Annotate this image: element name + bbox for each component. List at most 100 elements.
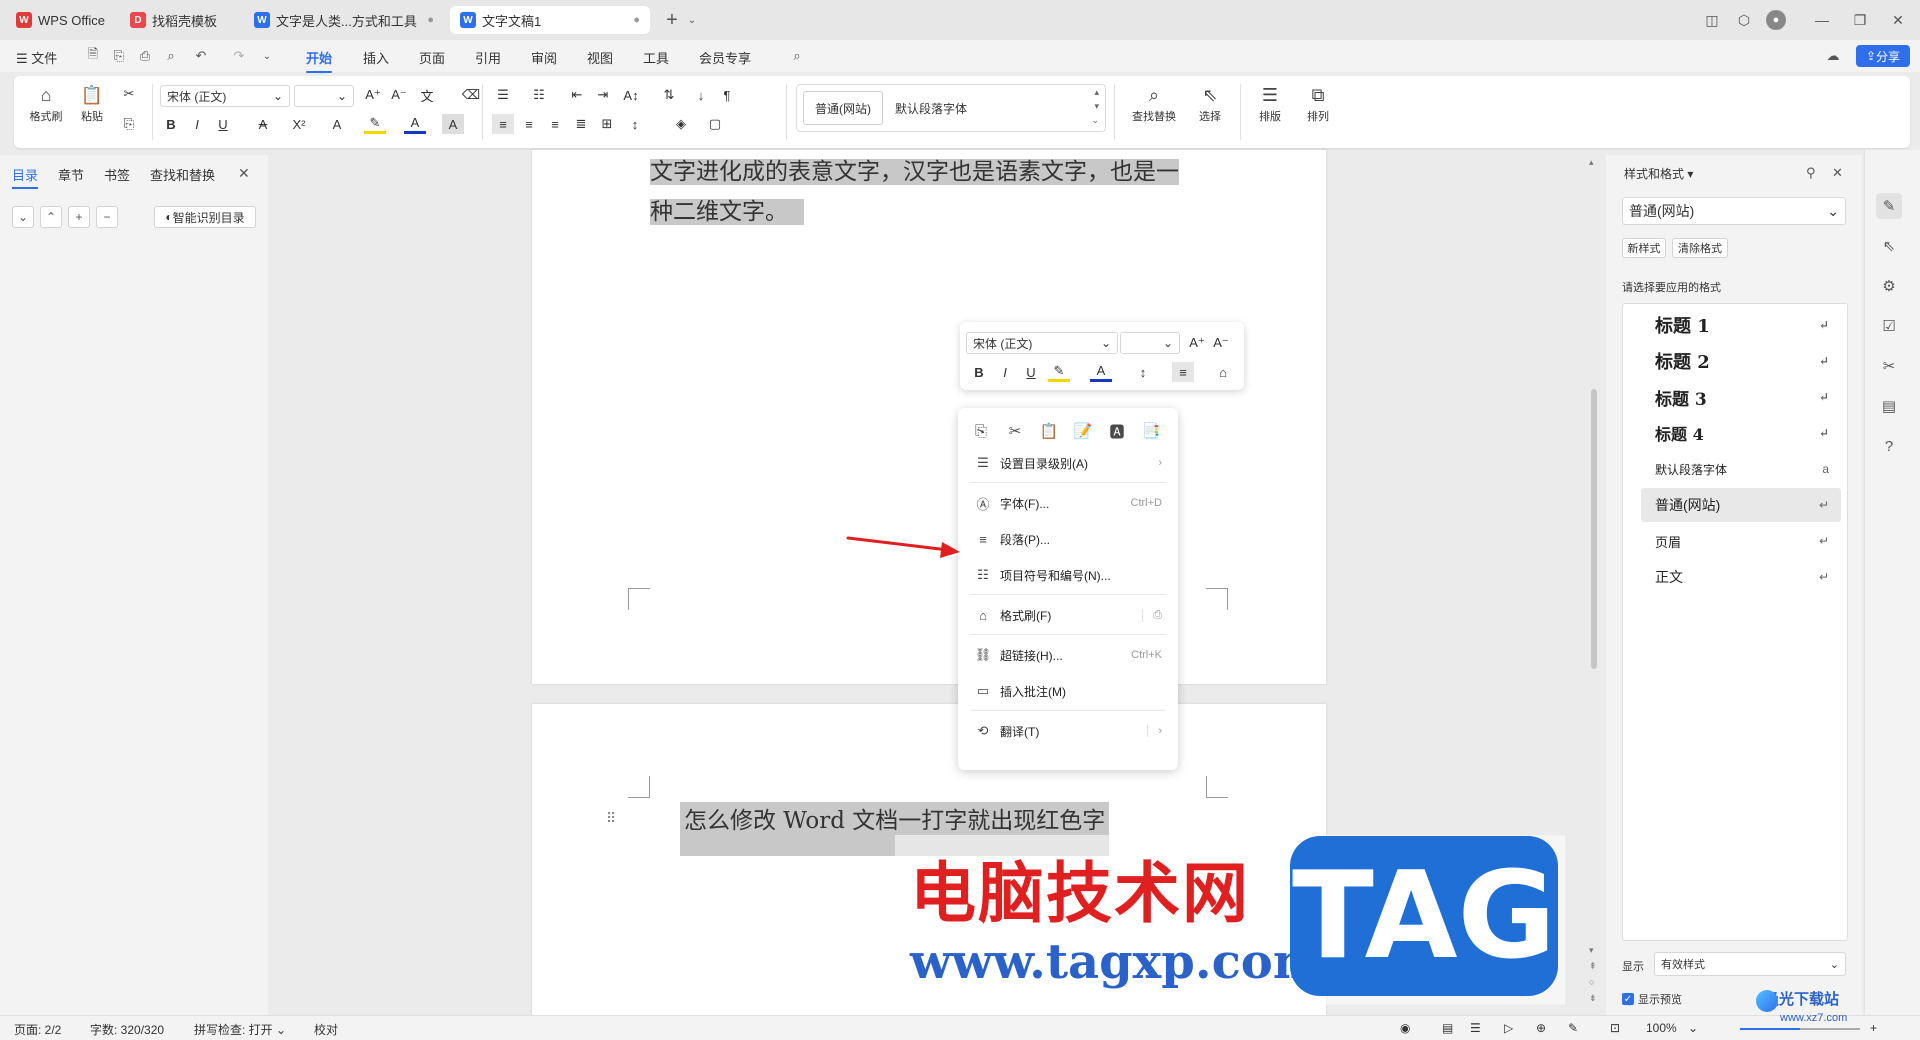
remove-icon[interactable]: − xyxy=(96,206,118,228)
fit-page-icon[interactable]: ⊡ xyxy=(1610,1021,1620,1035)
cube-icon[interactable]: ⬡ xyxy=(1734,10,1754,30)
cloud-icon[interactable]: ☁ xyxy=(1824,47,1842,65)
pen-icon[interactable]: ✎ xyxy=(1568,1021,1578,1035)
increase-indent-icon[interactable]: ⇥ xyxy=(592,85,614,105)
style-default-para[interactable]: 默认段落字体 a xyxy=(1641,452,1841,486)
italic-button[interactable]: I xyxy=(186,114,208,134)
zoom-level[interactable]: 100% xyxy=(1646,1021,1677,1035)
align-icon[interactable]: ≡ xyxy=(1172,362,1194,382)
new-tab-icon[interactable]: + xyxy=(662,9,682,31)
strikethrough-button[interactable]: A xyxy=(252,114,274,134)
prev-page-icon[interactable]: ⇞ xyxy=(1589,961,1597,972)
print-icon[interactable]: ⎙ xyxy=(136,47,154,65)
restore-icon[interactable]: ❐ xyxy=(1850,10,1870,30)
redo-icon[interactable]: ↷ xyxy=(230,47,248,65)
select-browse-icon[interactable]: ○ xyxy=(1589,977,1594,987)
zoom-in-icon[interactable]: + xyxy=(1870,1021,1877,1035)
border-icon[interactable]: ▢ xyxy=(704,114,726,134)
chevron-up-icon[interactable]: ⌃ xyxy=(40,206,62,228)
paste-button[interactable]: 📋 粘贴 xyxy=(74,82,110,124)
vertical-scrollbar[interactable]: ▴ ▾ ⇞ ○ ⇟ xyxy=(1586,155,1602,1015)
zoom-slider[interactable] xyxy=(1740,1028,1860,1030)
copy-icon[interactable]: ⎘ xyxy=(970,420,992,442)
copy-icon[interactable]: ⎘ xyxy=(118,114,140,134)
tab-view[interactable]: 视图 xyxy=(587,48,613,67)
style-heading-1[interactable]: 标题 1 ↵ xyxy=(1641,308,1841,342)
arrange-button[interactable]: ⧉ 排列 xyxy=(1298,82,1338,124)
shrink-font-icon[interactable]: A⁻ xyxy=(388,85,410,105)
file-menu[interactable]: ☰ 文件 xyxy=(16,48,57,67)
char-shading-icon[interactable]: A xyxy=(442,114,464,134)
tab-wps-office[interactable]: W WPS Office xyxy=(6,6,116,34)
style-heading-3[interactable]: 标题 3 ↵ xyxy=(1641,380,1841,414)
tab-chapters[interactable]: 章节 xyxy=(58,165,84,184)
share-button[interactable]: ⇪ 分享 xyxy=(1856,45,1910,67)
gallery-down-icon[interactable]: ▾ xyxy=(1094,101,1099,112)
text-effect-icon[interactable]: A xyxy=(326,114,348,134)
style-normal-web[interactable]: 普通(网站) ↵ xyxy=(1641,488,1841,522)
tab-tools[interactable]: 工具 xyxy=(643,48,669,67)
line-spacing-icon[interactable]: ↕ xyxy=(624,114,646,134)
scroll-up-icon[interactable]: ▴ xyxy=(1589,157,1594,168)
grow-font-icon[interactable]: A⁺ xyxy=(1186,333,1208,353)
show-preview-checkbox[interactable]: ✓ 显示预览 xyxy=(1622,991,1682,1007)
menu-item-translate[interactable]: ⟲ 翻译(T) › xyxy=(958,716,1178,746)
new-style-button[interactable]: 新样式 xyxy=(1622,238,1666,258)
select-button[interactable]: ⇖ 选择 xyxy=(1190,82,1230,124)
eraser-icon[interactable]: ⌫ xyxy=(460,85,482,105)
menu-item-font[interactable]: Ⓐ 字体(F)... Ctrl+D xyxy=(958,488,1178,518)
next-page-icon[interactable]: ⇟ xyxy=(1589,993,1597,1004)
outline-view-icon[interactable]: ☰ xyxy=(1470,1021,1481,1035)
decrease-indent-icon[interactable]: ⇤ xyxy=(566,85,588,105)
zoom-out-icon[interactable]: ⌄ xyxy=(1688,1021,1698,1035)
menu-item-paragraph[interactable]: ≡ 段落(P)... xyxy=(958,524,1178,554)
shading-icon[interactable]: ◈ xyxy=(670,114,692,134)
clear-format-button[interactable]: 清除格式 xyxy=(1672,238,1728,258)
menu-item-comment[interactable]: ▭ 插入批注(M) xyxy=(958,676,1178,706)
grow-font-icon[interactable]: A⁺ xyxy=(362,85,384,105)
spell-check-toggle[interactable]: 拼写检查: 打开 ⌄ xyxy=(194,1021,286,1038)
style-panel-title[interactable]: 样式和格式 ▾ xyxy=(1624,165,1693,182)
body-paragraph[interactable]: 文字进化成的表意文字，汉字也是语素文字，也是一 种二维文字。 xyxy=(650,152,1179,232)
current-style-select[interactable]: 普通(网站) ⌄ xyxy=(1622,197,1846,225)
page-indicator[interactable]: 页面: 2/2 xyxy=(14,1021,61,1038)
close-icon[interactable]: ✕ xyxy=(238,165,250,182)
font-size-select[interactable]: ⌄ xyxy=(294,85,354,107)
smart-toc-button[interactable]: ◐ 智能识别目录 xyxy=(154,206,256,228)
style-body[interactable]: 正文 ↵ xyxy=(1641,560,1841,594)
align-right-icon[interactable]: ≡ xyxy=(544,114,566,134)
sidebar-toggle-icon[interactable]: ◫ xyxy=(1702,10,1722,30)
minimize-icon[interactable]: — xyxy=(1812,10,1832,30)
menu-item-hyperlink[interactable]: ⛓ 超链接(H)... Ctrl+K xyxy=(958,640,1178,670)
drag-handle-icon[interactable]: ⠿ xyxy=(606,810,616,827)
format-painter-icon[interactable]: ⌂ xyxy=(1212,362,1234,382)
word-count[interactable]: 字数: 320/320 xyxy=(90,1021,164,1038)
tab-toc[interactable]: 目录 xyxy=(12,165,39,189)
style-heading-4[interactable]: 标题 4 ↵ xyxy=(1641,416,1841,450)
bold-button[interactable]: B xyxy=(160,114,182,134)
paste-text-icon[interactable]: 🅰 xyxy=(1106,420,1128,442)
bold-button[interactable]: B xyxy=(968,362,990,382)
shrink-font-icon[interactable]: A⁻ xyxy=(1210,333,1232,353)
gallery-more-icon[interactable]: ⌄ xyxy=(1091,115,1099,126)
format-painter-alt-icon[interactable]: ⎙ xyxy=(1142,608,1162,622)
font-name-select[interactable]: 宋体 (正文) ⌄ xyxy=(160,85,290,107)
select-cursor-icon[interactable]: ⇖ xyxy=(1876,233,1902,259)
align-center-icon[interactable]: ≡ xyxy=(518,114,540,134)
add-icon[interactable]: + xyxy=(68,206,90,228)
close-icon[interactable]: ✕ xyxy=(1832,165,1843,181)
chevron-down-icon[interactable]: ⌄ xyxy=(682,10,702,30)
eye-icon[interactable]: ◉ xyxy=(1400,1021,1410,1035)
menu-item-toc-level[interactable]: ☰ 设置目录级别(A) › xyxy=(958,448,1178,478)
underline-button[interactable]: U xyxy=(212,114,234,134)
play-icon[interactable]: ▷ xyxy=(1504,1021,1513,1035)
mini-font-name-select[interactable]: 宋体 (正文) ⌄ xyxy=(966,332,1118,354)
chevron-down-icon[interactable]: ⌄ xyxy=(12,206,34,228)
style-default-para[interactable]: 默认段落字体 xyxy=(895,100,967,117)
undo-icon[interactable]: ↶ xyxy=(192,47,210,65)
tab-doc-1[interactable]: W 文字是人类...方式和工具 ● xyxy=(244,6,444,34)
close-icon[interactable]: ● xyxy=(427,14,434,26)
line-spacing-icon[interactable]: ↕ xyxy=(1132,362,1154,382)
export-icon[interactable]: ⎘ xyxy=(110,47,128,65)
save-icon[interactable]: 🗎 xyxy=(84,46,102,65)
